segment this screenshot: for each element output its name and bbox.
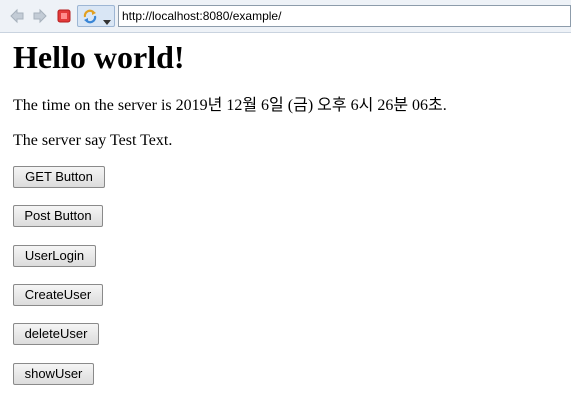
server-say-text: The server say Test Text.: [13, 132, 173, 149]
stop-icon[interactable]: [55, 7, 73, 25]
refresh-dropdown[interactable]: [77, 5, 115, 27]
create-user-button[interactable]: CreateUser: [13, 284, 103, 306]
refresh-icon[interactable]: [81, 8, 99, 24]
forward-arrow-icon[interactable]: [31, 7, 49, 25]
address-bar[interactable]: http://localhost:8080/example/: [118, 5, 571, 27]
post-button[interactable]: Post Button: [13, 205, 103, 227]
server-time-text: The time on the server is 2019년 12월 6일 (…: [13, 97, 447, 114]
back-arrow-icon[interactable]: [8, 7, 26, 25]
user-login-button[interactable]: UserLogin: [13, 245, 96, 267]
chevron-down-icon[interactable]: [102, 13, 112, 25]
get-button[interactable]: GET Button: [13, 166, 105, 188]
page-title: Hello world!: [13, 39, 185, 75]
show-user-button[interactable]: showUser: [13, 363, 94, 385]
delete-user-button[interactable]: deleteUser: [13, 323, 99, 345]
browser-toolbar: http://localhost:8080/example/: [0, 0, 571, 33]
